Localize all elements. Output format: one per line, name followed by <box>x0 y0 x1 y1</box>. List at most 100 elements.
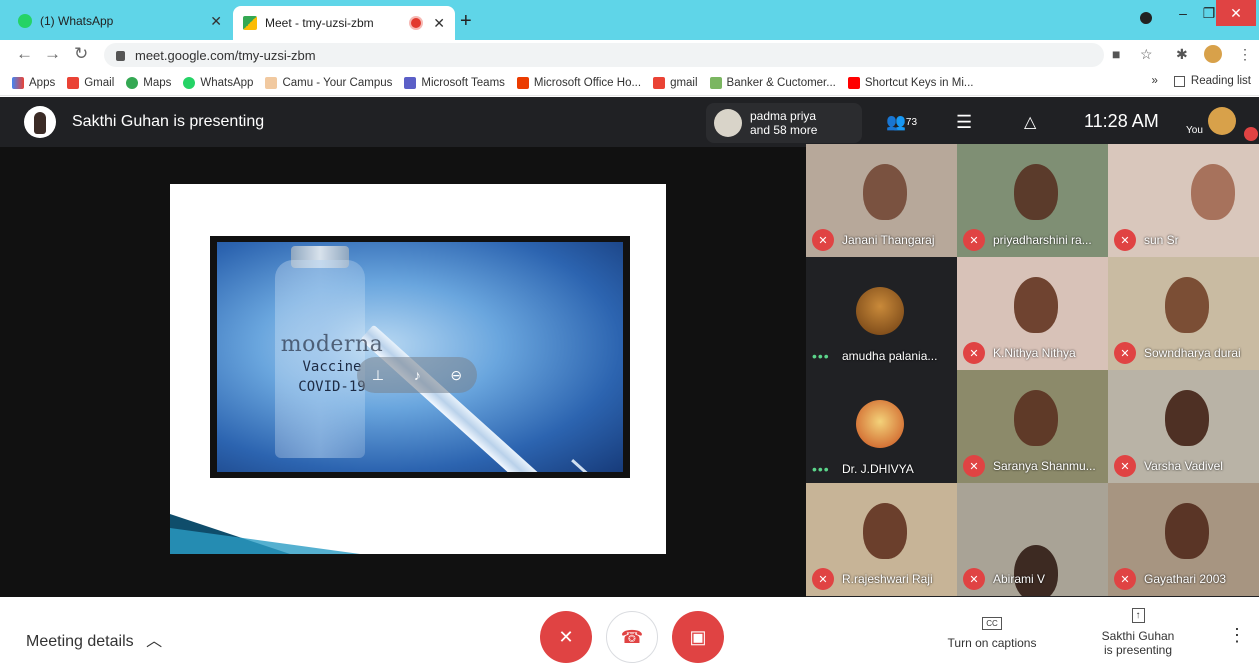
clock: 11:28 AM <box>1084 111 1159 131</box>
recording-icon <box>411 18 422 28</box>
tab-meet[interactable]: Meet - tmy-uzsi-zbm ✕ <box>233 6 455 40</box>
bookmark-apps[interactable]: Apps <box>12 76 56 89</box>
hang-up-icon: ☎ <box>620 626 644 647</box>
url-text: meet.google.com/tmy-uzsi-zbm <box>135 47 316 63</box>
new-tab-button[interactable]: + <box>460 10 472 33</box>
participant-name-row: ✕ Gayathari 2003 <box>1114 568 1226 590</box>
bookmark-label: Gmail <box>84 76 115 89</box>
participant-name: Saranya Shanmu... <box>993 459 1096 473</box>
remove-icon[interactable]: ⊖ <box>450 367 462 384</box>
participant-grid: padma priya and 58 more 👥 73 ☰ △ 11:28 AM… <box>706 97 1259 597</box>
camera-icon[interactable]: ■ <box>1112 46 1120 62</box>
participant-tile[interactable]: ✕ Saranya Shanmu... <box>957 370 1108 483</box>
leave-call-button[interactable]: ☎ <box>606 611 658 663</box>
bookmark-banker[interactable]: Banker & Cuctomer... <box>709 76 836 89</box>
mic-off-icon: ✕ <box>1114 342 1136 364</box>
bookmark-label: Camu - Your Campus <box>282 76 393 89</box>
participant-tile[interactable]: ✕ Gayathari 2003 <box>1108 483 1259 596</box>
bookmark-gmail[interactable]: Gmail <box>67 76 115 89</box>
mic-icon[interactable]: ♪ <box>414 367 421 383</box>
mic-off-icon: ✕ <box>1114 455 1136 477</box>
participant-tile[interactable]: ✕ Varsha Vadivel <box>1108 370 1259 483</box>
captions-button[interactable]: CC Turn on captions <box>937 615 1047 650</box>
participant-name: Varsha Vadivel <box>1144 459 1223 473</box>
reading-list-button[interactable]: Reading list <box>1191 75 1251 87</box>
people-button[interactable]: 👥 73 <box>886 97 917 147</box>
teams-icon <box>404 76 417 89</box>
participant-name-row: ✕ K.Nithya Nithya <box>963 342 1076 364</box>
people-count: 73 <box>905 116 918 128</box>
reload-button[interactable]: ↻ <box>74 44 88 64</box>
mic-off-icon: ✕ <box>963 229 985 251</box>
participant-tile[interactable]: ✕ R.rajeshwari Raji <box>806 483 957 596</box>
speaker-pill[interactable]: padma priya and 58 more <box>706 103 862 143</box>
window-close-button[interactable]: ✕ <box>1216 0 1256 26</box>
extensions-icon[interactable]: ✱ <box>1176 46 1188 63</box>
pin-icon[interactable]: ⊥ <box>372 367 384 384</box>
bookmark-label: gmail <box>670 76 698 89</box>
bookmark-gmail-2[interactable]: gmail <box>653 76 698 89</box>
participant-name: Sowndharya durai <box>1144 346 1241 360</box>
tile-hover-controls[interactable]: ⊥ ♪ ⊖ <box>357 357 477 393</box>
participant-name: Janani Thangaraj <box>842 233 935 247</box>
bookmark-whatsapp[interactable]: WhatsApp <box>183 76 254 89</box>
participant-video <box>863 503 908 560</box>
tab-whatsapp[interactable]: (1) WhatsApp ✕ <box>8 6 232 36</box>
participant-tile[interactable]: ✕ K.Nithya Nithya <box>957 257 1108 370</box>
bookmark-maps[interactable]: Maps <box>126 76 171 89</box>
lock-icon <box>116 51 125 61</box>
forward-button[interactable]: → <box>44 44 61 64</box>
participant-name-row: ••• amudha palania... <box>812 348 937 364</box>
bookmark-label: Apps <box>29 76 56 89</box>
mic-toggle-button[interactable]: ✕ <box>540 611 592 663</box>
speaker-more: and 58 more <box>750 123 818 137</box>
participant-name: Gayathari 2003 <box>1144 572 1227 586</box>
bookmark-teams[interactable]: Microsoft Teams <box>404 76 505 89</box>
participant-tile[interactable]: ✕ sun Sr <box>1108 144 1259 257</box>
bookmark-label: WhatsApp <box>200 76 254 89</box>
speaker-avatar <box>714 109 742 137</box>
participant-tile[interactable]: ✕ priyadharshini ra... <box>957 144 1108 257</box>
participant-tile[interactable]: ✕ Janani Thangaraj <box>806 144 957 257</box>
bookmark-label: Microsoft Teams <box>421 76 505 89</box>
participant-tile[interactable]: ✕ Sowndharya durai <box>1108 257 1259 370</box>
participant-video <box>1165 503 1210 560</box>
you-avatar <box>1208 107 1236 135</box>
bookmarks-overflow-button[interactable]: » <box>1152 75 1158 87</box>
minimize-button[interactable]: – <box>1170 0 1196 26</box>
participant-video <box>1191 164 1236 221</box>
profile-dot-icon[interactable] <box>1140 12 1152 24</box>
bookmark-label: Banker & Cuctomer... <box>726 76 836 89</box>
participant-tile[interactable]: ••• Dr. J.DHIVYA <box>806 370 957 483</box>
mic-off-icon: ✕ <box>963 455 985 477</box>
chevron-up-icon: ︿ <box>146 633 163 650</box>
close-icon[interactable]: ✕ <box>210 13 222 30</box>
bookmark-label: Shortcut Keys in Mi... <box>864 76 974 89</box>
close-icon[interactable]: ✕ <box>433 15 445 32</box>
present-button[interactable]: ↑ Sakthi Guhan is presenting <box>1083 607 1193 657</box>
participant-tile[interactable]: ✕ Abirami V <box>957 483 1108 596</box>
profile-avatar[interactable] <box>1204 45 1222 63</box>
camera-toggle-button[interactable]: ▣ <box>672 611 724 663</box>
presenter-text: Sakthi Guhan is presenting <box>72 113 265 130</box>
participant-tile[interactable]: ••• amudha palania... <box>806 257 957 370</box>
more-options-icon[interactable]: ⋮ <box>1228 625 1246 646</box>
chat-icon[interactable]: ☰ <box>956 97 972 147</box>
vaccine-image: moderna Vaccine COVID-19 ⊥ ♪ ⊖ <box>217 242 623 472</box>
menu-icon[interactable]: ⋮ <box>1238 46 1252 63</box>
participant-name-row: ✕ Varsha Vadivel <box>1114 455 1223 477</box>
participant-name: Dr. J.DHIVYA <box>842 462 914 476</box>
slide-image-frame: moderna Vaccine COVID-19 ⊥ ♪ ⊖ <box>210 236 630 478</box>
meeting-details-button[interactable]: Meeting details ︿ <box>26 627 162 651</box>
mic-off-icon: ✕ <box>1114 229 1136 251</box>
star-icon[interactable]: ☆ <box>1140 46 1153 63</box>
bookmark-office[interactable]: Microsoft Office Ho... <box>516 76 641 89</box>
url-input[interactable]: meet.google.com/tmy-uzsi-zbm <box>104 43 1104 67</box>
speaking-indicator-icon: ••• <box>812 348 830 364</box>
bookmark-shortcuts[interactable]: Shortcut Keys in Mi... <box>847 76 974 89</box>
maps-icon <box>126 76 139 89</box>
activities-icon[interactable]: △ <box>1024 97 1036 147</box>
participant-video <box>1014 277 1059 334</box>
back-button[interactable]: ← <box>16 44 33 64</box>
bookmark-camu[interactable]: Camu - Your Campus <box>265 76 393 89</box>
